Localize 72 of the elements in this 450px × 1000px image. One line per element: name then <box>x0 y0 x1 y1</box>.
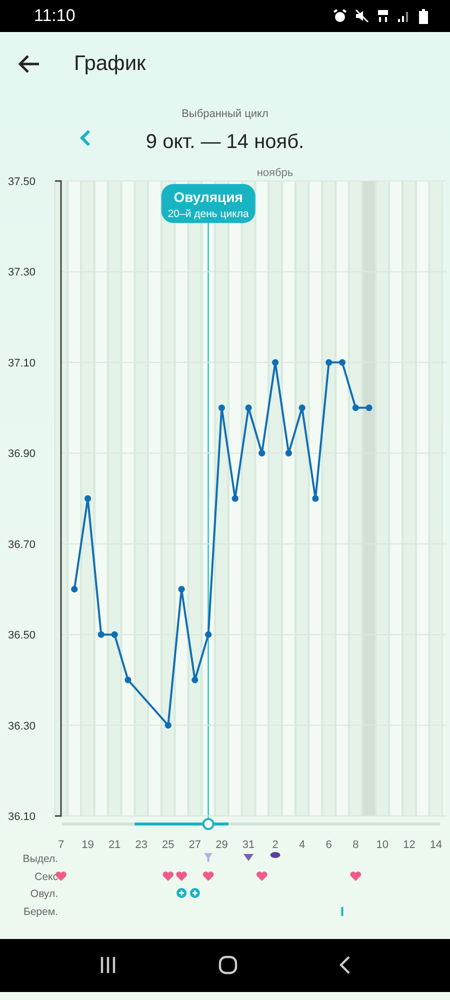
data-point <box>285 449 292 456</box>
x-axis-label: 25 <box>162 838 174 850</box>
x-axis-label: 29 <box>216 838 228 850</box>
heart-icon <box>350 871 362 880</box>
signal-icon <box>397 9 411 23</box>
data-point <box>258 449 266 456</box>
data-point <box>178 585 185 592</box>
heart-icon <box>202 871 214 880</box>
pregnancy-mark-icon <box>341 906 344 916</box>
y-axis-label: 36.50 <box>8 629 36 642</box>
y-axis-label: 37.50 <box>8 176 36 188</box>
data-point <box>111 630 118 638</box>
x-axis-label: 12 <box>403 838 416 850</box>
alarm-icon <box>333 9 347 23</box>
x-axis-label: 4 <box>299 838 306 850</box>
plus-icon <box>176 888 187 898</box>
track-label: Овул. <box>30 888 58 900</box>
track-label: Берем. <box>23 906 58 918</box>
data-point <box>192 676 198 683</box>
back-icon[interactable] <box>339 955 352 975</box>
data-point <box>366 404 372 411</box>
mute-icon <box>355 9 369 23</box>
x-axis-label: 31 <box>242 838 255 850</box>
y-axis-label: 36.90 <box>8 448 36 460</box>
data-point <box>98 630 104 638</box>
back-arrow-icon[interactable] <box>18 55 40 73</box>
data-point <box>326 358 332 366</box>
x-axis-label: 14 <box>430 838 442 850</box>
data-point <box>312 494 319 502</box>
x-axis-label: 23 <box>135 838 148 850</box>
y-axis-label: 36.10 <box>8 810 36 822</box>
month-label: ноябрь <box>256 166 294 178</box>
x-axis-label: 8 <box>352 838 359 850</box>
x-axis-label: 6 <box>326 838 332 850</box>
x-axis-label: 10 <box>376 838 389 850</box>
heart-icon <box>176 871 187 880</box>
track-label: Секс <box>34 870 58 882</box>
data-point <box>272 358 279 366</box>
recent-apps-icon[interactable] <box>98 956 117 974</box>
y-axis-label: 36.30 <box>8 720 36 732</box>
x-axis-label: 21 <box>108 838 121 850</box>
data-point <box>71 585 78 592</box>
x-axis-label: 2 <box>272 838 278 850</box>
heart-icon <box>256 871 268 880</box>
ovulation-callout: Овуляция 20–й день цикла <box>161 184 256 222</box>
data-point <box>84 494 92 502</box>
data-point <box>352 404 359 411</box>
x-axis-label: 19 <box>82 838 94 850</box>
data-point <box>245 404 252 411</box>
plus-icon <box>190 888 200 898</box>
heart-icon <box>162 871 174 880</box>
data-point <box>205 630 212 638</box>
cycle-date-range: 9 окт. — 14 нояб. <box>146 130 304 154</box>
home-icon[interactable] <box>218 955 238 975</box>
y-axis-label: 37.10 <box>8 356 36 369</box>
y-axis-label: 36.70 <box>8 538 36 550</box>
y-axis-label: 37.30 <box>8 266 36 278</box>
screen-title: График <box>74 51 146 78</box>
data-point <box>218 404 226 411</box>
slider-handle[interactable] <box>202 818 214 830</box>
network-icon <box>377 9 389 23</box>
data-point <box>124 676 132 683</box>
status-time: 11:10 <box>34 5 76 28</box>
cycle-caption: Выбранный цикл <box>180 107 270 122</box>
data-point <box>338 358 346 366</box>
data-point <box>298 404 306 411</box>
x-axis-label: 7 <box>58 838 64 850</box>
x-axis-label: 27 <box>188 838 202 850</box>
data-point <box>232 494 238 502</box>
data-point <box>164 721 172 728</box>
track-label: Выдел. <box>22 852 58 864</box>
battery-icon <box>419 8 428 24</box>
